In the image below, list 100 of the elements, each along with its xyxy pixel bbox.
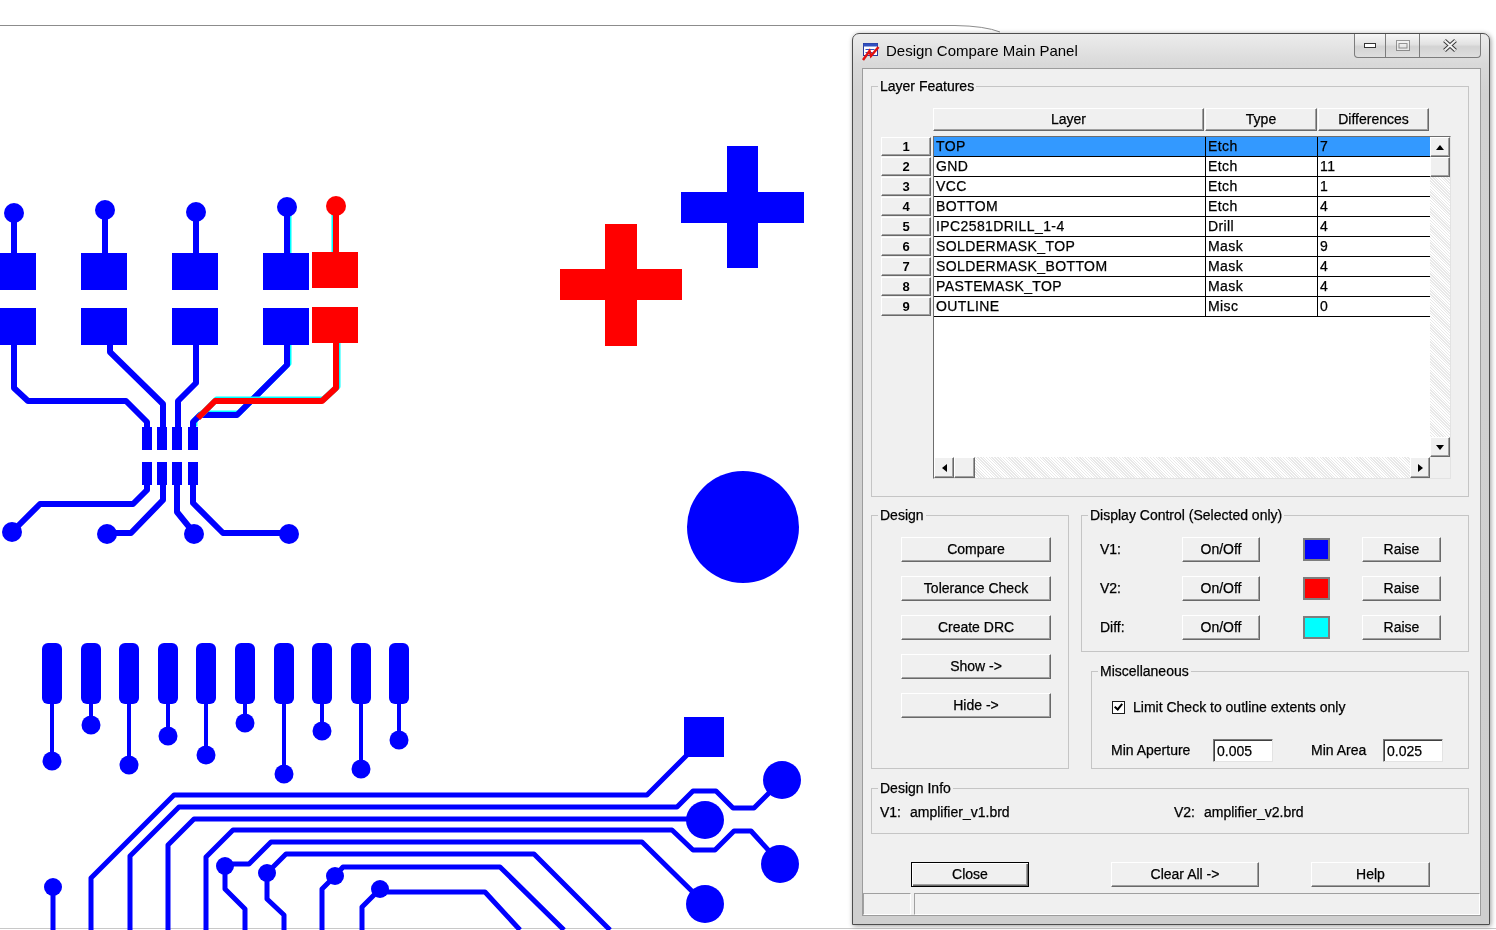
number-field[interactable]: 0.025: [1383, 739, 1443, 762]
design-button[interactable]: Create DRC: [901, 615, 1051, 640]
table-cell: SOLDERMASK_TOP: [934, 237, 1206, 257]
smd-pad: [0, 253, 36, 290]
version-label: V1:: [880, 803, 901, 822]
table-row[interactable]: VCC Etch 1: [934, 177, 1430, 197]
close-button[interactable]: [1420, 34, 1481, 58]
color-swatch[interactable]: [1303, 616, 1330, 639]
smd-pad: [81, 308, 127, 345]
close-icon: [1442, 39, 1458, 52]
row-header[interactable]: 7: [881, 257, 931, 276]
raise-button[interactable]: Raise: [1362, 537, 1441, 562]
raise-button[interactable]: Raise: [1362, 615, 1441, 640]
maximize-icon: [1395, 40, 1410, 51]
via: [97, 524, 117, 544]
table-row[interactable]: TOP Etch 7: [934, 137, 1430, 157]
smd-pad: [172, 253, 218, 290]
table-cell: VCC: [934, 177, 1206, 197]
smd-pad: [312, 252, 358, 288]
column-header[interactable]: Type: [1205, 108, 1317, 131]
toggle-button[interactable]: On/Off: [1182, 576, 1260, 601]
table-row[interactable]: SOLDERMASK_TOP Mask 9: [934, 237, 1430, 257]
right-arrow-icon: [1417, 463, 1423, 472]
round-pad: [686, 801, 724, 839]
table-cell: Mask: [1206, 237, 1318, 257]
smd-pad: [142, 427, 152, 450]
number-field[interactable]: 0.005: [1213, 739, 1273, 762]
toggle-button[interactable]: On/Off: [1182, 615, 1260, 640]
table-cell: Mask: [1206, 277, 1318, 297]
scrollbar-thumb[interactable]: [1430, 157, 1450, 177]
table-row[interactable]: IPC2581DRILL_1-4 Drill 4: [934, 217, 1430, 237]
table-cell: Mask: [1206, 257, 1318, 277]
table-row[interactable]: GND Etch 11: [934, 157, 1430, 177]
toggle-button[interactable]: On/Off: [1182, 537, 1260, 562]
table-row[interactable]: SOLDERMASK_BOTTOM Mask 4: [934, 257, 1430, 277]
checkbox[interactable]: [1112, 701, 1125, 714]
via: [95, 200, 115, 220]
table-cell: IPC2581DRILL_1-4: [934, 217, 1206, 237]
table-row[interactable]: OUTLINE Misc 0: [934, 297, 1430, 317]
group-title: Miscellaneous: [1099, 663, 1190, 679]
scrollbar-thumb[interactable]: [954, 457, 975, 478]
dialog-button[interactable]: Help: [1311, 862, 1430, 887]
minimize-button[interactable]: [1354, 34, 1386, 58]
group-title: Layer Features: [879, 78, 976, 94]
dialog-button[interactable]: Close: [911, 862, 1029, 887]
color-swatch[interactable]: [1303, 577, 1330, 600]
row-header[interactable]: 4: [881, 197, 931, 216]
round-pad: [686, 885, 724, 923]
row-header[interactable]: 9: [881, 297, 931, 316]
color-swatch[interactable]: [1303, 538, 1330, 561]
row-header[interactable]: 2: [881, 157, 931, 176]
row-label: V2:: [1100, 579, 1122, 598]
via: [186, 202, 206, 222]
oblong-pad: [158, 643, 178, 704]
design-button[interactable]: Hide ->: [901, 693, 1051, 718]
smd-pad: [263, 253, 309, 290]
row-header[interactable]: 3: [881, 177, 931, 196]
column-header[interactable]: Layer: [933, 108, 1204, 131]
scroll-up-button[interactable]: [1430, 137, 1450, 157]
scroll-left-button[interactable]: [934, 457, 954, 478]
row-header[interactable]: 1: [881, 137, 931, 156]
table-row[interactable]: BOTTOM Etch 4: [934, 197, 1430, 217]
row-header[interactable]: 6: [881, 237, 931, 256]
square-pad: [684, 717, 724, 757]
smd-pad: [188, 427, 198, 450]
oblong-pad: [235, 643, 255, 704]
row-label: Diff:: [1100, 618, 1126, 637]
raise-button[interactable]: Raise: [1362, 576, 1441, 601]
smd-pad: [172, 308, 218, 345]
table-cell: GND: [934, 157, 1206, 177]
file-name: amplifier_v1.brd: [910, 803, 1010, 822]
via: [4, 203, 24, 223]
via: [81, 715, 101, 735]
design-button[interactable]: Compare: [901, 537, 1051, 562]
scroll-right-button[interactable]: [1410, 457, 1430, 478]
table-cell: OUTLINE: [934, 297, 1206, 317]
window-title: Design Compare Main Panel: [886, 40, 1078, 61]
table-cell: SOLDERMASK_BOTTOM: [934, 257, 1206, 277]
via: [371, 880, 389, 898]
table-cell: Etch: [1206, 197, 1318, 217]
design-button[interactable]: Tolerance Check: [901, 576, 1051, 601]
via: [274, 764, 294, 784]
row-header[interactable]: 8: [881, 277, 931, 296]
row-header[interactable]: 5: [881, 217, 931, 236]
group-title: Design: [879, 507, 925, 523]
via: [44, 878, 62, 896]
table-row[interactable]: PASTEMASK_TOP Mask 4: [934, 277, 1430, 297]
via: [279, 524, 299, 544]
column-header[interactable]: Differences: [1318, 108, 1429, 131]
oblong-pad: [119, 643, 139, 704]
table-cell: BOTTOM: [934, 197, 1206, 217]
dialog-button[interactable]: Clear All ->: [1111, 862, 1259, 887]
scroll-down-button[interactable]: [1430, 437, 1450, 457]
table-cell: PASTEMASK_TOP: [934, 277, 1206, 297]
app-icon: [862, 41, 880, 61]
via: [235, 713, 255, 733]
design-button[interactable]: Show ->: [901, 654, 1051, 679]
via: [326, 867, 344, 885]
oblong-pad: [196, 643, 216, 704]
file-name: amplifier_v2.brd: [1204, 803, 1304, 822]
